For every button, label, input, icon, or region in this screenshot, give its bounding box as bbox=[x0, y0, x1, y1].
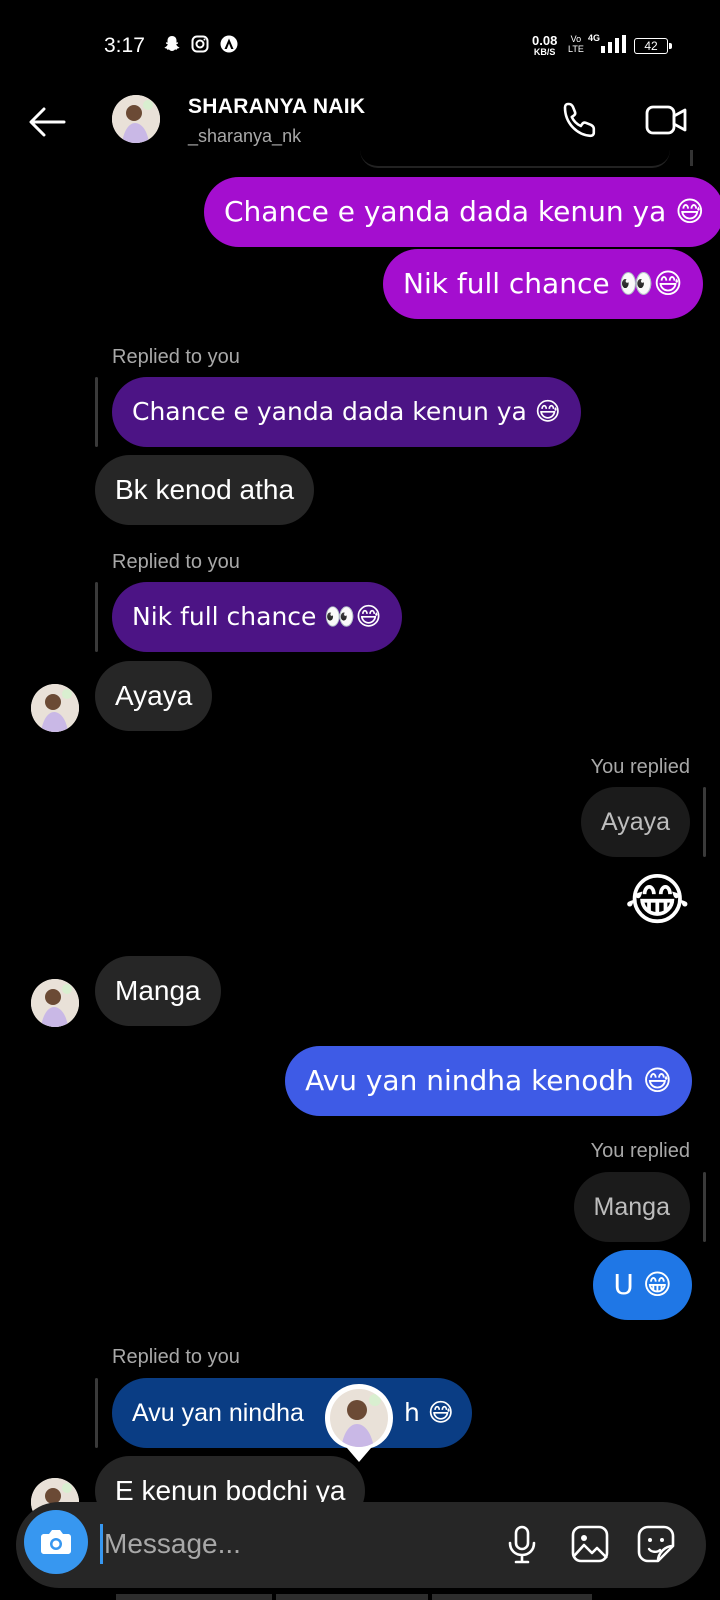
signal-icon: 4G bbox=[588, 33, 628, 58]
volte-indicator: Vo LTE bbox=[568, 34, 584, 54]
avatar[interactable] bbox=[112, 95, 160, 143]
reply-label: You replied bbox=[590, 1140, 690, 1162]
avatar[interactable] bbox=[31, 684, 79, 732]
received-message[interactable]: Manga bbox=[95, 956, 221, 1026]
avatar[interactable] bbox=[31, 979, 79, 1027]
microphone-icon[interactable] bbox=[504, 1524, 540, 1564]
emoji-message[interactable]: 😂 bbox=[625, 866, 690, 936]
reply-quote-bar bbox=[703, 1172, 706, 1242]
snapchat-icon bbox=[162, 34, 182, 54]
reply-label: You replied bbox=[590, 756, 690, 778]
battery-indicator: 42 bbox=[634, 38, 672, 54]
reply-quote-bar bbox=[95, 582, 98, 652]
instagram-icon bbox=[190, 34, 210, 54]
reply-quote-bar bbox=[703, 787, 706, 857]
nav-bar-segment bbox=[116, 1594, 272, 1600]
quoted-message[interactable]: Avu yan nindha h 😅 bbox=[112, 1378, 472, 1448]
status-bar: 3:17 0.08 KB/S Vo LTE 4G 42 bbox=[0, 0, 720, 90]
sent-message[interactable]: U 😁 bbox=[593, 1250, 692, 1320]
quoted-message[interactable]: Manga bbox=[573, 1172, 690, 1242]
sent-message[interactable]: Nik full chance 👀😅 bbox=[383, 249, 703, 319]
quoted-message[interactable]: Nik full chance 👀😅 bbox=[112, 582, 402, 652]
phone-call-icon[interactable] bbox=[560, 100, 600, 140]
reply-label: Replied to you bbox=[112, 1346, 240, 1368]
nav-bar-segment bbox=[276, 1594, 428, 1600]
sticker-icon[interactable] bbox=[636, 1524, 676, 1564]
network-speed: 0.08 KB/S bbox=[532, 33, 558, 57]
received-message[interactable]: Ayaya bbox=[95, 661, 213, 731]
received-message[interactable]: Bk kenod atha bbox=[95, 455, 315, 525]
video-call-icon[interactable] bbox=[644, 100, 690, 140]
contact-username[interactable]: _sharanya_nk bbox=[188, 126, 301, 147]
seen-avatar-pin[interactable] bbox=[323, 1382, 395, 1464]
reply-label: Replied to you bbox=[112, 346, 240, 368]
message-input[interactable]: Message... bbox=[104, 1524, 241, 1564]
text-cursor bbox=[100, 1524, 103, 1564]
reply-quote-bar bbox=[95, 1378, 98, 1448]
nav-bar-segment bbox=[432, 1594, 592, 1600]
camera-icon[interactable] bbox=[24, 1510, 88, 1574]
sent-message[interactable]: Chance e yanda dada kenun ya 😅 bbox=[204, 177, 720, 247]
back-arrow-icon[interactable] bbox=[26, 100, 70, 144]
contact-name[interactable]: SHARANYA NAIK bbox=[188, 95, 365, 119]
previous-message-edge bbox=[360, 150, 670, 168]
scroll-indicator[interactable] bbox=[690, 150, 693, 166]
quoted-message[interactable]: Ayaya bbox=[580, 787, 690, 857]
status-time: 3:17 bbox=[104, 34, 145, 57]
app-a-icon bbox=[219, 34, 239, 54]
quoted-message[interactable]: Chance e yanda dada kenun ya 😅 bbox=[112, 377, 581, 447]
sent-message[interactable]: Avu yan nindha kenodh 😅 bbox=[285, 1046, 692, 1116]
reply-label: Replied to you bbox=[112, 551, 240, 573]
reply-quote-bar bbox=[95, 377, 98, 447]
gallery-icon[interactable] bbox=[570, 1524, 610, 1564]
